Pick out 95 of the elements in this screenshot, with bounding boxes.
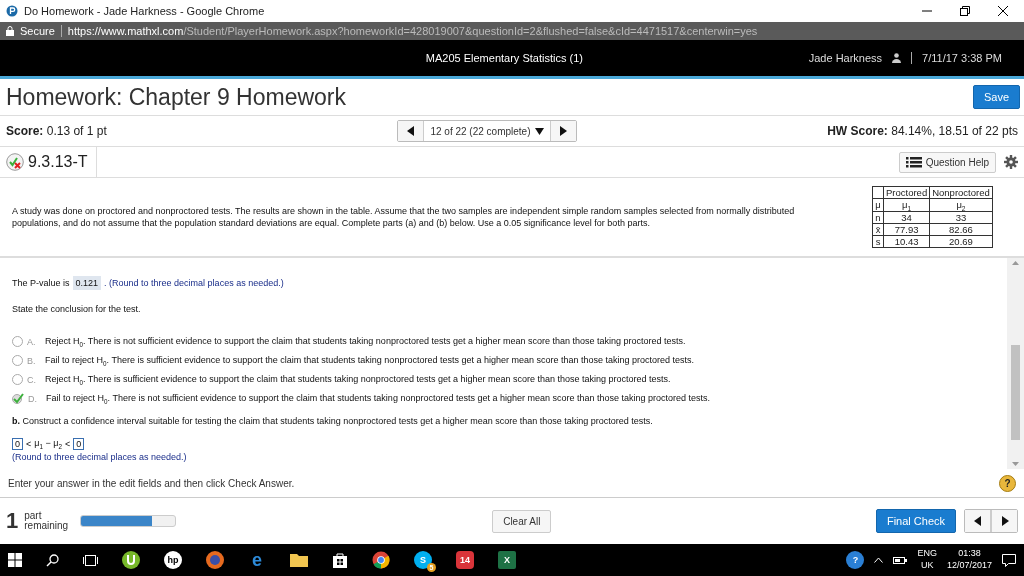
parts-count: 1 — [6, 508, 19, 534]
spreadsheet-app-icon[interactable]: X — [498, 551, 516, 569]
parts-label: part — [24, 511, 42, 521]
notification-icon[interactable] — [1002, 553, 1016, 567]
table-header — [872, 186, 884, 199]
table-cell: x̄ — [872, 223, 884, 236]
user-name: Jade Harkness — [808, 52, 883, 64]
region-indicator[interactable]: UK — [920, 560, 934, 572]
option-text: Reject H$_{0}$. There is not sufficient evidence to support the claim that students taking nonproctored tests get a higher mean score than those taking proctored tests. — [45, 335, 686, 348]
window-title: Do Homework - Jade Harkness - Google Chrome — [24, 5, 265, 17]
score-text: Score: 0.13 of 1 pt — [6, 124, 107, 138]
next-button[interactable] — [549, 121, 576, 141]
scrollbar[interactable] — [1007, 258, 1024, 469]
hw-score-text: HW Score: 84.14%, 18.51 of 22 pts — [827, 124, 1018, 138]
course-title: MA205 Elementary Statistics (1) — [424, 52, 584, 64]
windows-start-icon[interactable] — [8, 553, 22, 567]
mean-difference: μ$_{1}$ − μ$_{2}$ — [34, 438, 62, 450]
store-bag-icon[interactable] — [332, 552, 348, 568]
clear-all-button[interactable]: Clear All — [492, 509, 552, 533]
close-icon[interactable] — [998, 6, 1008, 16]
less-than-sign: < — [64, 439, 71, 449]
language-indicator[interactable]: ENG — [917, 548, 937, 560]
p-value-label: The P-value is — [12, 278, 70, 288]
settings-icon[interactable] — [1004, 155, 1018, 169]
battery-icon[interactable] — [893, 555, 908, 565]
calendar-app-icon[interactable]: 14 — [456, 551, 474, 569]
conclusion-prompt: State the conclusion for the test. — [12, 304, 141, 314]
chrome-browser-icon[interactable] — [372, 551, 390, 569]
edge-browser-icon[interactable]: e — [248, 551, 266, 569]
option-letter: D. — [28, 393, 38, 404]
fox-browser-icon[interactable] — [206, 551, 224, 569]
app-badge-number: 14 — [460, 555, 470, 565]
help-icon[interactable]: ? — [846, 551, 865, 569]
option-text: Reject H$_{0}$. There is sufficient evidence to support the claim that students taking nonproctored tests get a higher mean score than those taking proctored tests. — [45, 373, 671, 386]
less-than-sign: < — [26, 439, 32, 449]
table-cell: μ$_{2}$ — [929, 198, 993, 212]
clock-time[interactable]: 01:38 — [958, 548, 981, 560]
folder-icon[interactable] — [290, 553, 308, 567]
previous-button[interactable] — [398, 121, 425, 141]
secure-label: Secure — [20, 25, 55, 37]
part-b-prompt: b. Construct a confidence interval suitable for testing the claim that students taking nonproctored tests get a higher mean score than those taking proctored tests. — [12, 416, 653, 426]
previous-button[interactable] — [965, 510, 991, 532]
partial-credit-icon — [6, 153, 24, 171]
chevron-up-icon[interactable] — [874, 557, 884, 563]
hp-app-icon[interactable]: hp — [164, 551, 182, 569]
lower-bound-field[interactable]: 0 — [12, 438, 23, 450]
restore-icon[interactable] — [960, 6, 970, 16]
user-icon — [892, 53, 902, 63]
date-time: 7/11/17 3:38 PM — [922, 52, 1002, 64]
right-triangle-icon — [1000, 516, 1009, 526]
table-cell: s — [872, 235, 884, 248]
table-cell: 10.43 — [883, 235, 930, 248]
rounding-note: (Round to three decimal places as needed.) — [12, 452, 187, 462]
problem-statement: A study was done on proctored and nonproctored tests. The results are shown in the table. Assume that the two samples are independent simple random samples selected from normally distributed populations, and do not assume that the population standard deviations are equal. Complete parts (a) and (b) below. Use a 0.05 significance level for both parts. — [12, 204, 796, 230]
list-icon — [905, 156, 922, 168]
app-logo-icon — [6, 5, 18, 17]
next-button[interactable] — [991, 510, 1017, 532]
table-cell: 34 — [883, 211, 930, 224]
rounding-note: . (Round to three decimal places as needed.) — [104, 278, 284, 288]
table-cell: 20.69 — [929, 235, 993, 248]
option-letter: A. — [27, 336, 37, 347]
torrent-app-icon[interactable] — [122, 551, 140, 569]
save-button[interactable]: Save — [972, 85, 1020, 109]
right-triangle-icon — [559, 126, 567, 136]
search-icon[interactable] — [46, 553, 59, 567]
table-cell: μ — [872, 198, 884, 212]
left-triangle-icon — [406, 126, 415, 136]
final-check-button[interactable]: Final Check — [875, 509, 956, 533]
table-cell: 33 — [929, 211, 993, 224]
table-header: Nonproctored — [929, 186, 993, 199]
table-cell: 82.66 — [929, 223, 993, 236]
url-text[interactable]: https://www.mathxl.com/Student/PlayerHomework.aspx?homeworkId=428019007&questionId=2&flushed=false&cId=4471517&centerwin=yes — [67, 25, 758, 37]
caret-down-icon — [534, 127, 544, 135]
option-letter: B. — [27, 355, 37, 366]
task-view-icon[interactable] — [83, 554, 98, 566]
homework-title: Homework: Chapter 9 Homework — [6, 83, 346, 111]
question-help-button[interactable]: Question Help — [898, 151, 996, 173]
scroll-thumb[interactable] — [1011, 345, 1020, 440]
table-header: Proctored — [883, 186, 930, 199]
parts-label: remaining — [24, 521, 69, 531]
option-text: Fail to reject H$_{0}$. There is sufficient evidence to support the claim that students taking nonproctored tests get a higher mean score than those taking proctored tests. — [45, 354, 695, 367]
upper-bound-field[interactable]: 0 — [73, 438, 85, 450]
question-number: 9.3.13-T — [24, 147, 97, 177]
option-text: Fail to reject H$_{0}$. There is not sufficient evidence to support the claim that students taking nonproctored tests get a higher mean score than those taking proctored tests. — [46, 392, 711, 405]
table-cell: μ$_{1}$ — [883, 198, 930, 212]
instruction-text: Enter your answer in the edit fields and then click Check Answer. — [8, 477, 295, 489]
left-triangle-icon — [973, 516, 982, 526]
checkmark-radio[interactable] — [12, 393, 24, 404]
table-cell: 77.93 — [883, 223, 930, 236]
option-letter: C. — [27, 374, 37, 385]
clock-date[interactable]: 12/07/2017 — [946, 560, 992, 572]
p-value-answer: 0.121 — [72, 276, 102, 290]
table-cell: n — [872, 211, 884, 224]
lock-icon — [6, 26, 14, 36]
help-icon[interactable]: ? — [999, 474, 1016, 492]
